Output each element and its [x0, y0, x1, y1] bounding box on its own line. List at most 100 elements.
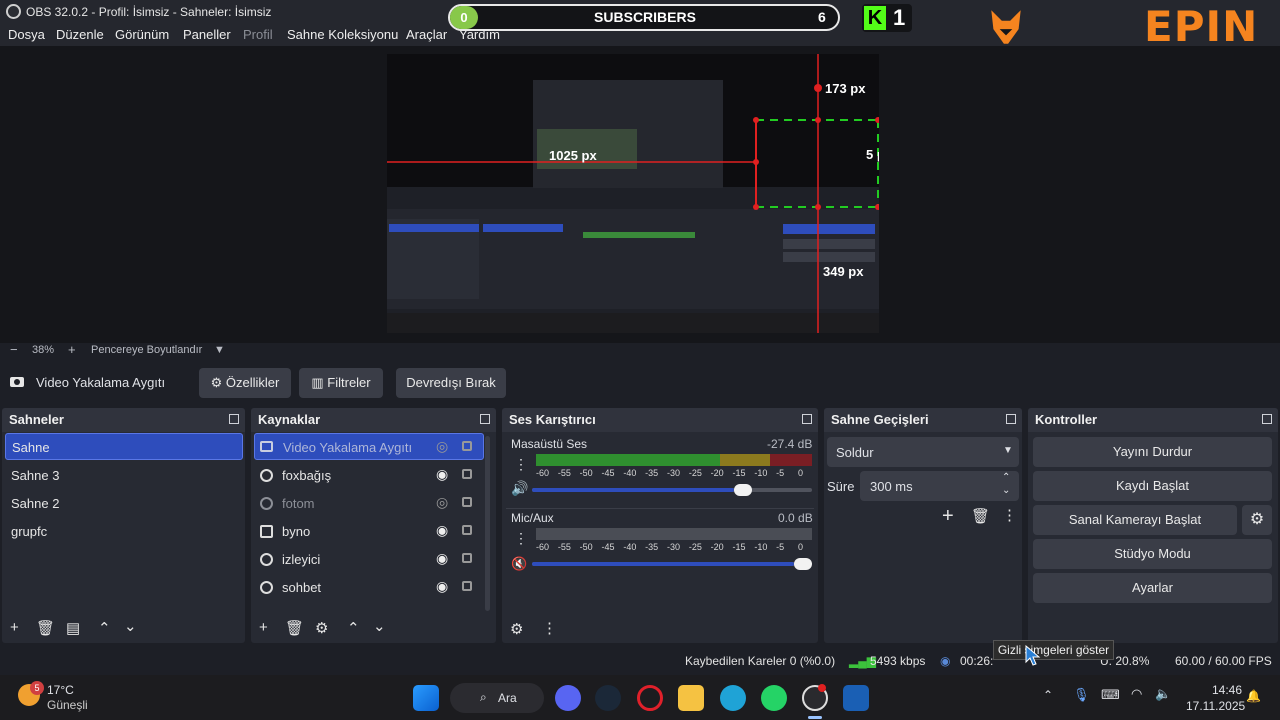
db-tick: -5 [776, 542, 785, 552]
undock-icon[interactable] [480, 414, 490, 424]
chevron-up-icon[interactable]: ⌃ [1043, 688, 1053, 702]
source-item[interactable]: izleyici [254, 546, 484, 573]
deactivate-button[interactable]: Devredışı Bırak [396, 368, 506, 398]
transition-select[interactable]: Soldur ▼ [827, 437, 1019, 467]
eye-icon[interactable]: ◉ [436, 522, 448, 539]
remove-source-icon[interactable]: 🗑 [285, 619, 304, 637]
add-source-icon[interactable]: + [259, 619, 268, 636]
clock-date[interactable]: 17.11.2025 [1186, 699, 1245, 713]
edge-icon[interactable] [720, 685, 746, 711]
stop-stream-button[interactable]: Yayını Durdur [1033, 437, 1272, 467]
transitions-title: Sahne Geçişleri [831, 412, 929, 427]
source-item[interactable]: foxbağış [254, 462, 484, 489]
volume-icon[interactable]: 🔈 [1155, 686, 1171, 702]
wifi-icon[interactable]: ◠ [1131, 686, 1142, 702]
menu-dosya[interactable]: Dosya [8, 27, 45, 42]
eye-icon[interactable]: ◉ [436, 578, 448, 595]
scene-item[interactable]: Sahne 3 [5, 462, 243, 489]
clock-time[interactable]: 14:46 [1212, 683, 1242, 697]
volume-slider-handle[interactable] [734, 484, 752, 496]
keyboard-icon[interactable]: ⌨ [1101, 687, 1120, 703]
scene-item[interactable]: grupfc [5, 518, 243, 545]
preview-canvas[interactable]: 173 px 5 px 1025 px 349 px [387, 54, 879, 333]
zoom-dropdown-icon[interactable]: ▼ [214, 344, 225, 356]
move-down-icon[interactable]: ⌄ [124, 617, 137, 635]
virtual-camera-button[interactable]: Sanal Kamerayı Başlat [1033, 505, 1237, 535]
sources-scrollbar[interactable] [485, 436, 490, 611]
filters-button[interactable]: ▥ Filtreler [299, 368, 383, 398]
source-item[interactable]: Video Yakalama Aygıtı [254, 433, 484, 460]
menu-araclar[interactable]: Araçlar [406, 27, 447, 42]
lock-icon[interactable] [462, 553, 472, 563]
add-scene-icon[interactable]: + [10, 619, 19, 636]
menu-paneller[interactable]: Paneller [183, 27, 231, 42]
hidden-eye-icon[interactable]: ◎ [436, 438, 448, 455]
menu-duzenle[interactable]: Düzenle [56, 27, 104, 42]
windows-start-icon[interactable] [413, 685, 439, 711]
menu-profil[interactable]: Profil [243, 27, 273, 42]
lock-icon[interactable] [462, 441, 472, 451]
studio-mode-button[interactable]: Stüdyo Modu [1033, 539, 1272, 569]
mixer-menu-icon[interactable]: ⋮ [542, 619, 557, 637]
scene-item[interactable]: Sahne [5, 433, 243, 460]
undock-icon[interactable] [1262, 414, 1272, 424]
notification-bell-icon[interactable]: 🔔 [1246, 689, 1261, 703]
settings-button[interactable]: Ayarlar [1033, 573, 1272, 603]
lock-icon[interactable] [462, 525, 472, 535]
duration-spinbox[interactable]: 300 ms ⌃ ⌄ [860, 471, 1019, 501]
speaker-icon[interactable]: 🔊 [511, 480, 528, 497]
muted-mic-icon[interactable]: 🔇 [511, 556, 527, 572]
add-transition-icon[interactable]: + [942, 505, 954, 528]
resize-to-window-button[interactable]: Pencereye Boyutlandır [91, 344, 202, 356]
menu-gorunum[interactable]: Görünüm [115, 27, 169, 42]
undock-icon[interactable] [802, 414, 812, 424]
hidden-eye-icon[interactable]: ◎ [436, 494, 448, 511]
search-icon: ⌕ [480, 690, 487, 704]
source-item[interactable]: byno [254, 518, 484, 545]
lock-icon[interactable] [462, 581, 472, 591]
chevron-down-icon[interactable]: ⌄ [1002, 485, 1010, 496]
steam-icon[interactable] [595, 685, 621, 711]
volume-slider-handle[interactable] [794, 558, 812, 570]
mixer-settings-icon[interactable]: ⚙ [510, 620, 523, 638]
scene-item[interactable]: Sahne 2 [5, 490, 243, 517]
start-recording-button[interactable]: Kaydı Başlat [1033, 471, 1272, 501]
db-tick: -40 [623, 468, 637, 478]
undock-icon[interactable] [229, 414, 239, 424]
db-tick: -60 [536, 542, 550, 552]
channel-menu-icon[interactable]: ⋮ [514, 530, 528, 547]
move-up-icon[interactable]: ⌃ [98, 619, 111, 637]
undock-icon[interactable] [1006, 414, 1016, 424]
source-item[interactable]: sohbet [254, 574, 484, 601]
zoom-in-icon[interactable]: + [68, 342, 76, 357]
lock-icon[interactable] [462, 497, 472, 507]
source-properties-icon[interactable]: ⚙ [315, 619, 328, 637]
eye-icon[interactable]: ◉ [436, 466, 448, 483]
discord-icon[interactable] [555, 685, 581, 711]
scene-filters-icon[interactable]: ▤ [66, 619, 80, 637]
virtual-camera-settings-icon[interactable]: ⚙ [1242, 505, 1272, 535]
chevron-up-icon[interactable]: ⌃ [1002, 472, 1010, 483]
properties-button[interactable]: ⚙ Özellikler [199, 368, 291, 398]
remove-scene-icon[interactable]: 🗑 [36, 619, 55, 637]
whatsapp-icon[interactable] [761, 685, 787, 711]
volume-slider-fill [532, 562, 794, 566]
obs-logo-icon [6, 4, 21, 19]
transition-menu-icon[interactable]: ⋮ [1002, 506, 1017, 524]
microphone-icon[interactable]: 🎙 [1073, 687, 1090, 703]
db-tick: -5 [776, 468, 785, 478]
source-item[interactable]: fotom [254, 490, 484, 517]
app-icon[interactable] [843, 685, 869, 711]
remove-transition-icon[interactable]: 🗑 [971, 507, 990, 525]
move-up-icon[interactable]: ⌃ [347, 619, 360, 637]
zoom-out-icon[interactable]: − [10, 342, 18, 357]
eye-icon[interactable]: ◉ [436, 550, 448, 567]
lock-icon[interactable] [462, 469, 472, 479]
opera-gx-icon[interactable] [637, 685, 663, 711]
channel-menu-icon[interactable]: ⋮ [514, 456, 528, 473]
move-down-icon[interactable]: ⌄ [373, 617, 386, 635]
file-explorer-icon[interactable] [678, 685, 704, 711]
taskbar-search[interactable]: ⌕ Ara [450, 683, 544, 713]
menu-sahne-koleksiyonu[interactable]: Sahne Koleksiyonu [287, 27, 398, 42]
browser-icon [260, 553, 273, 566]
